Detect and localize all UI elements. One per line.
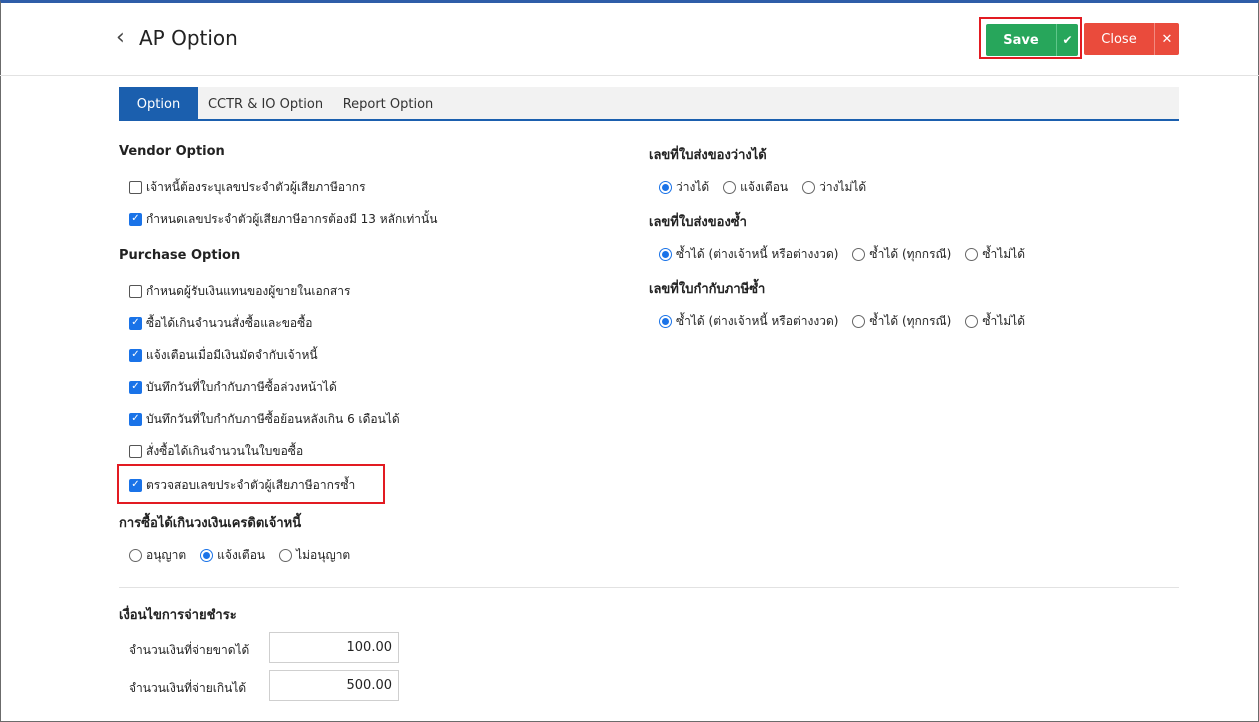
radio-label: ว่างได้ [676,179,710,194]
checkbox-label: บันทึกวันที่ใบกำกับภาษีซื้อย้อนหลังเกิน … [146,411,400,426]
payment-condition-title: เงื่อนไขการจ่ายชำระ [119,608,237,623]
checkbox-label: กำหนดผู้รับเงินแทนของผู้ขายในเอกสาร [146,283,351,298]
tab-option[interactable]: Option [119,87,198,121]
vendor-option-title: Vendor Option [119,144,225,159]
over-pay-input[interactable]: 500.00 [269,670,399,701]
checkbox[interactable] [129,444,142,458]
radio[interactable] [852,314,866,328]
radio-option[interactable]: ซ้ำได้ (ต่างเจ้าหนี้ หรือต่างงวด) [659,312,838,330]
radio-label: ซ้ำได้ (ทุกกรณี) [869,313,952,328]
checkbox-checked[interactable]: ✓ [129,212,142,226]
radio-option[interactable]: ว่างได้ [659,178,709,196]
radio-option[interactable]: ซ้ำได้ (ทุกกรณี) [852,245,951,263]
checkbox-checked[interactable]: ✓ [129,348,142,362]
radio-label: ว่างไม่ได้ [819,179,867,194]
radio-label: ไม่อนุญาต [296,547,351,562]
radio-selected[interactable] [200,548,214,562]
radio-selected[interactable] [659,314,672,328]
delivery-blank-title: เลขที่ใบส่งของว่างได้ [649,148,767,163]
vendor-option-item[interactable]: เจ้าหนี้ต้องระบุเลขประจำตัวผู้เสียภาษีอา… [129,178,366,196]
save-button[interactable]: Save [986,24,1056,56]
radio-selected[interactable] [659,180,672,194]
delivery-blank-radio-group: ว่างได้ แจ้งเตือน ว่างไม่ได้ [659,178,880,196]
radio[interactable] [965,247,979,261]
purchase-option-item[interactable]: ✓ แจ้งเตือนเมื่อมีเงินมัดจำกับเจ้าหนี้ [129,346,318,364]
save-highlight-box: Save ✔ [979,17,1082,59]
radio-label: ซ้ำได้ (ทุกกรณี) [869,246,952,261]
save-check-icon[interactable]: ✔ [1056,24,1078,56]
radio-option[interactable]: ไม่อนุญาต [279,546,350,564]
purchase-option-item[interactable]: กำหนดผู้รับเงินแทนของผู้ขายในเอกสาร [129,282,350,300]
checkbox-checked[interactable]: ✓ [129,316,142,330]
checkbox-label: บันทึกวันที่ใบกำกับภาษีซื้อล่วงหน้าได้ [146,379,337,394]
delivery-dup-radio-group: ซ้ำได้ (ต่างเจ้าหนี้ หรือต่างงวด) ซ้ำได้… [659,245,1039,263]
checkbox-checked[interactable]: ✓ [129,380,142,394]
radio-label: แจ้งเตือน [740,179,789,194]
radio-label: ซ้ำได้ (ต่างเจ้าหนี้ หรือต่างงวด) [676,313,839,328]
radio-option[interactable]: ซ้ำไม่ได้ [965,312,1025,330]
radio-label: อนุญาต [146,547,187,562]
purchase-option-title: Purchase Option [119,248,241,263]
over-pay-label: จำนวนเงินที่จ่ายเกินได้ [129,681,247,695]
divider [119,587,1179,588]
tab-cctr-io-option[interactable]: CCTR & IO Option [198,87,333,121]
checkbox-checked[interactable]: ✓ [129,478,142,492]
close-button[interactable]: Close [1084,23,1154,55]
radio-label: แจ้งเตือน [217,547,266,562]
purchase-option-item[interactable]: ✓ บันทึกวันที่ใบกำกับภาษีซื้อล่วงหน้าได้ [129,378,337,396]
radio[interactable] [852,247,866,261]
checkbox-label: แจ้งเตือนเมื่อมีเงินมัดจำกับเจ้าหนี้ [146,347,318,362]
checkbox-label: ซื้อได้เกินจำนวนสั่งซื้อและขอซื้อ [146,315,313,330]
under-pay-input[interactable]: 100.00 [269,632,399,663]
vendor-option-item[interactable]: ✓ กำหนดเลขประจำตัวผู้เสียภาษีอากรต้องมี … [129,210,437,228]
checkbox-label: ตรวจสอบเลขประจำตัวผู้เสียภาษีอากรซ้ำ [146,477,356,492]
radio-option[interactable]: แจ้งเตือน [200,546,265,564]
checkbox-label: สั่งซื้อได้เกินจำนวนในใบขอซื้อ [146,443,304,458]
radio[interactable] [965,314,979,328]
tax-dup-title: เลขที่ใบกำกับภาษีซ้ำ [649,282,766,297]
radio-option[interactable]: ซ้ำไม่ได้ [965,245,1025,263]
checkbox-checked[interactable]: ✓ [129,412,142,426]
chevron-left-icon[interactable]: ‹ [116,27,125,49]
purchase-option-item[interactable]: ✓ บันทึกวันที่ใบกำกับภาษีซื้อย้อนหลังเกิ… [129,410,400,428]
radio-label: ซ้ำไม่ได้ [982,246,1025,261]
checkbox-label: เจ้าหนี้ต้องระบุเลขประจำตัวผู้เสียภาษีอา… [146,179,366,194]
close-x-icon[interactable]: ✕ [1154,23,1179,55]
radio-label: ซ้ำได้ (ต่างเจ้าหนี้ หรือต่างงวด) [676,246,839,261]
delivery-dup-title: เลขที่ใบส่งของซ้ำ [649,215,747,230]
radio-selected[interactable] [659,247,672,261]
radio-option[interactable]: แจ้งเตือน [723,178,788,196]
radio[interactable] [723,180,737,194]
purchase-option-item[interactable]: ✓ ซื้อได้เกินจำนวนสั่งซื้อและขอซื้อ [129,314,313,332]
page-title: AP Option [139,26,238,50]
radio-option[interactable]: ซ้ำได้ (ต่างเจ้าหนี้ หรือต่างงวด) [659,245,838,263]
credit-limit-title: การซื้อได้เกินวงเงินเครดิตเจ้าหนี้ [119,516,302,531]
tab-report-option[interactable]: Report Option [333,87,443,121]
radio[interactable] [129,548,142,562]
radio[interactable] [802,180,816,194]
checkbox-label: กำหนดเลขประจำตัวผู้เสียภาษีอากรต้องมี 13… [146,211,438,226]
checkbox[interactable] [129,180,142,194]
credit-limit-radio-group: อนุญาต แจ้งเตือน ไม่อนุญาต [129,546,364,564]
tax-dup-radio-group: ซ้ำได้ (ต่างเจ้าหนี้ หรือต่างงวด) ซ้ำได้… [659,312,1039,330]
purchase-option-item[interactable]: ✓ ตรวจสอบเลขประจำตัวผู้เสียภาษีอากรซ้ำ [129,476,355,494]
radio[interactable] [279,548,293,562]
under-pay-label: จำนวนเงินที่จ่ายขาดได้ [129,643,250,657]
tab-bar: Option CCTR & IO Option Report Option [119,87,1179,121]
checkbox[interactable] [129,284,142,298]
purchase-option-item[interactable]: สั่งซื้อได้เกินจำนวนในใบขอซื้อ [129,442,303,460]
radio-option[interactable]: ว่างไม่ได้ [802,178,866,196]
radio-option[interactable]: ซ้ำได้ (ทุกกรณี) [852,312,951,330]
radio-label: ซ้ำไม่ได้ [982,313,1025,328]
radio-option[interactable]: อนุญาต [129,546,186,564]
